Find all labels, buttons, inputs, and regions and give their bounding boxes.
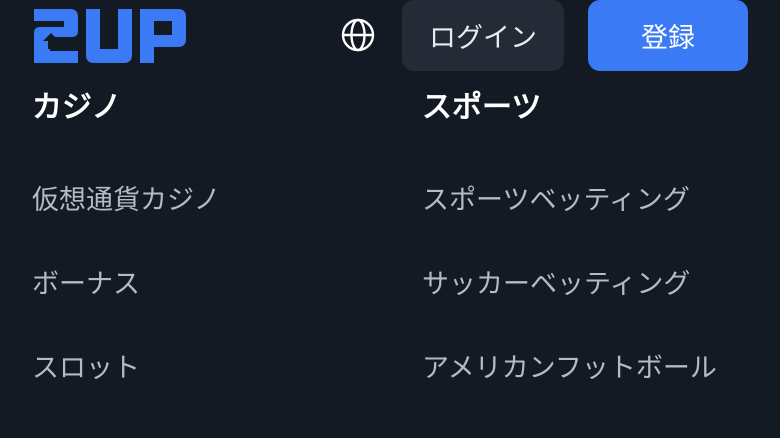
casino-links: 仮想通貨カジノ ボーナス スロット bbox=[32, 181, 220, 433]
login-button[interactable]: ログイン bbox=[402, 0, 564, 71]
register-button[interactable]: 登録 bbox=[588, 0, 748, 71]
sports-menu-section: スポーツ スポーツベッティング サッカーベッティング アメリカンフットボール bbox=[422, 86, 717, 384]
sports-link-american-football[interactable]: アメリカンフットボール bbox=[422, 349, 717, 433]
sports-link-soccer-betting[interactable]: サッカーベッティング bbox=[422, 265, 717, 349]
page: ログイン 登録 カジノ 仮想通貨カジノ ボーナス スロット スポーツ スポーツベ… bbox=[0, 0, 780, 438]
language-button[interactable] bbox=[338, 17, 378, 57]
globe-icon bbox=[341, 18, 375, 56]
sports-link-sports-betting[interactable]: スポーツベッティング bbox=[422, 181, 717, 265]
casino-heading: カジノ bbox=[32, 90, 122, 125]
login-button-label: ログイン bbox=[429, 23, 537, 54]
casino-menu-section: カジノ 仮想通貨カジノ ボーナス スロット bbox=[32, 86, 220, 384]
casino-link-bonus[interactable]: ボーナス bbox=[32, 265, 220, 349]
sports-heading: スポーツ bbox=[422, 90, 542, 125]
sports-links: スポーツベッティング サッカーベッティング アメリカンフットボール bbox=[422, 181, 717, 433]
casino-link-slots[interactable]: スロット bbox=[32, 349, 220, 433]
casino-link-crypto-casino[interactable]: 仮想通貨カジノ bbox=[32, 181, 220, 265]
register-button-label: 登録 bbox=[641, 23, 695, 54]
brand-logo[interactable] bbox=[32, 5, 188, 65]
logo-graphic bbox=[34, 9, 186, 63]
